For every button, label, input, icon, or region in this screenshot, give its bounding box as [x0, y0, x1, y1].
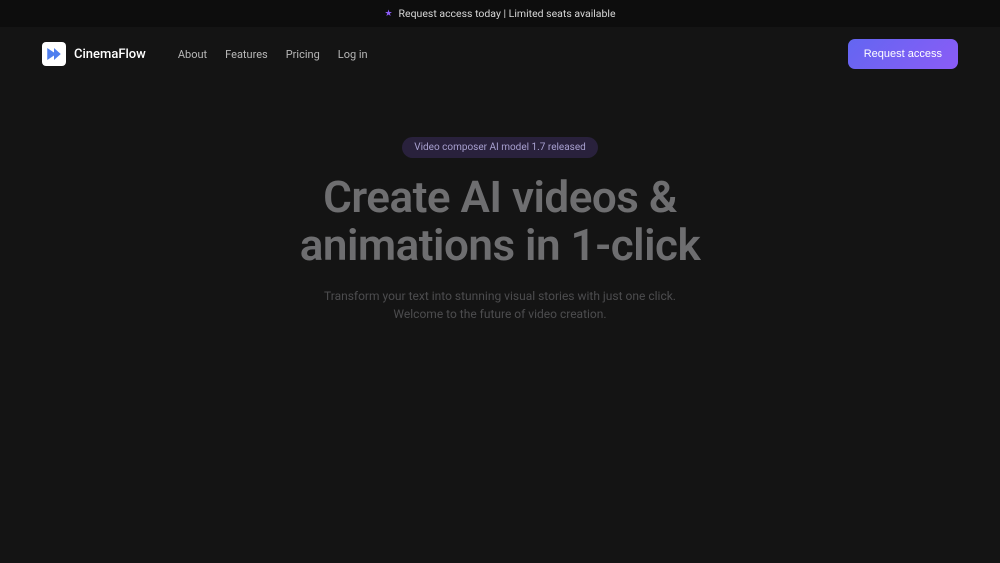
header: CinemaFlow About Features Pricing Log in…: [0, 27, 1000, 81]
logo-icon: [45, 45, 63, 63]
release-badge[interactable]: Video composer AI model 1.7 released: [402, 137, 598, 158]
hero-heading-line1: Create AI videos &: [323, 171, 677, 223]
logo-box: [42, 42, 66, 66]
star-icon: ★: [384, 9, 392, 19]
announcement-bar[interactable]: ★ Request access today | Limited seats a…: [0, 0, 1000, 27]
hero-heading-line2: animations in 1-click: [300, 219, 700, 271]
brand-name: CinemaFlow: [74, 47, 146, 62]
nav-pricing[interactable]: Pricing: [286, 48, 320, 61]
request-access-button[interactable]: Request access: [848, 39, 958, 69]
header-left: CinemaFlow About Features Pricing Log in: [42, 42, 368, 66]
hero-subtext-line1: Transform your text into stunning visual…: [324, 289, 676, 303]
hero-subtext-line2: Welcome to the future of video creation.: [393, 307, 606, 321]
announcement-text: Request access today | Limited seats ava…: [399, 7, 616, 20]
hero-subtext: Transform your text into stunning visual…: [324, 287, 676, 323]
hero-section: Video composer AI model 1.7 released Cre…: [0, 81, 1000, 323]
nav-about[interactable]: About: [178, 48, 207, 61]
main-nav: About Features Pricing Log in: [178, 48, 368, 61]
brand[interactable]: CinemaFlow: [42, 42, 146, 66]
nav-login[interactable]: Log in: [338, 48, 368, 61]
nav-features[interactable]: Features: [225, 48, 268, 61]
hero-heading: Create AI videos & animations in 1-click: [300, 174, 700, 269]
